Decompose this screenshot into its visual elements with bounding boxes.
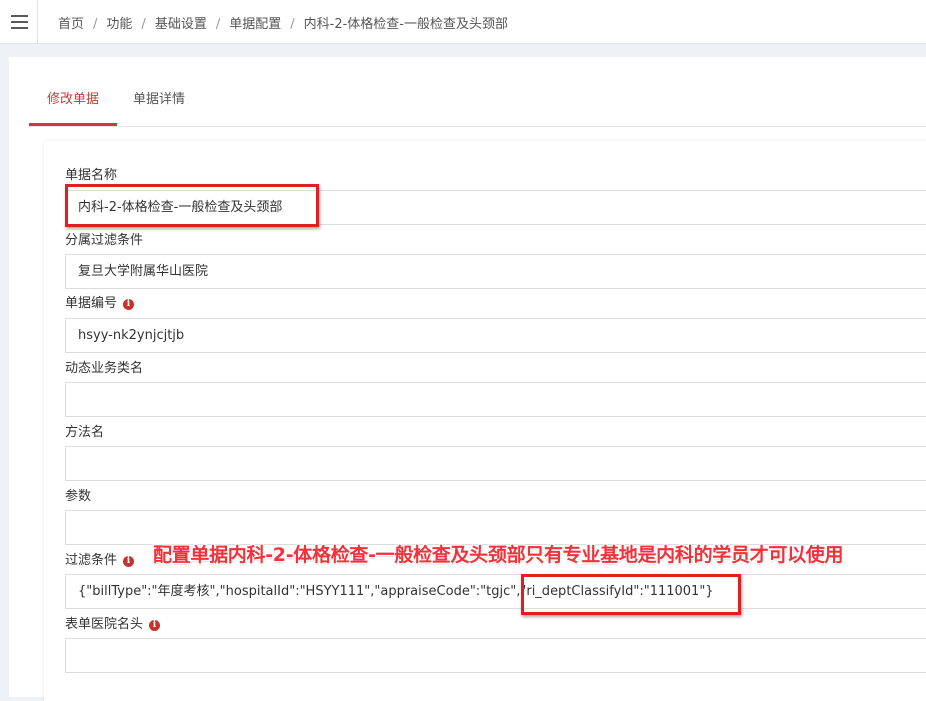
dynamic-class-input[interactable] [65, 382, 926, 417]
bill-code-input[interactable]: hsyy-nk2ynjcjtjb [65, 318, 926, 353]
breadcrumb-separator: / [93, 17, 98, 32]
breadcrumb-functions[interactable]: 功能 [106, 17, 132, 32]
bill-name-input[interactable]: 内科-2-体格检查-一般检查及头颈部 [65, 190, 926, 225]
method-name-input[interactable] [65, 446, 926, 481]
bill-code-label: 单据编号 [65, 296, 118, 311]
hospital-header-label-row: 表单医院名头 i [65, 613, 161, 632]
breadcrumb-separator: / [141, 17, 146, 32]
info-circle-icon[interactable]: i [149, 620, 161, 631]
info-circle-icon[interactable]: i [123, 556, 135, 567]
breadcrumb-separator: / [290, 17, 295, 32]
breadcrumb-home[interactable]: 首页 [58, 17, 84, 32]
bill-edit-form: 单据名称 内科-2-体格检查-一般检查及头颈部 分属过滤条件 复旦大学附属华山医… [44, 141, 926, 701]
filter-affiliation-input[interactable]: 复旦大学附属华山医院 [65, 254, 926, 289]
tab-edit-bill[interactable]: 修改单据 [29, 85, 117, 126]
annotation-text: 配置单据内科-2-体格检查-一般检查及头颈部只有专业基地是内科的学员才可以使用 [153, 544, 844, 566]
hospital-header-label: 表单医院名头 [65, 617, 144, 632]
filter-condition-label: 过滤条件 [65, 553, 118, 568]
breadcrumb-separator: / [215, 17, 221, 32]
tab-bar: 修改单据 单据详情 [29, 85, 926, 127]
filter-condition-input[interactable]: {"billType":"年度考核","hospitalId":"HSYY111… [65, 574, 926, 609]
main-panel: 修改单据 单据详情 单据名称 内科-2-体格检查-一般检查及头颈部 分属过滤条件… [9, 57, 926, 701]
filter-affiliation-label: 分属过滤条件 [65, 233, 144, 248]
top-bar: 首页 / 功能 / 基础设置 / 单据配置 / 内科-2-体格检查-一般检查及头颈部 [0, 0, 926, 44]
dynamic-class-label: 动态业务类名 [65, 361, 144, 376]
tab-bill-details[interactable]: 单据详情 [125, 85, 193, 125]
bill-name-label: 单据名称 [65, 168, 118, 183]
breadcrumb-basic-settings[interactable]: 基础设置 [155, 17, 207, 32]
bill-code-label-row: 单据编号 i [65, 292, 135, 311]
hospital-header-input[interactable] [65, 638, 926, 673]
info-circle-icon[interactable]: i [123, 299, 135, 310]
method-name-label: 方法名 [65, 425, 105, 440]
breadcrumb-bill-config[interactable]: 单据配置 [229, 17, 281, 32]
hamburger-menu-icon[interactable] [0, 0, 38, 44]
filter-condition-label-row: 过滤条件 i [65, 549, 135, 568]
breadcrumb-current-page: 内科-2-体格检查-一般检查及头颈部 [303, 17, 508, 32]
breadcrumb: 首页 / 功能 / 基础设置 / 单据配置 / 内科-2-体格检查-一般检查及头颈部 [58, 13, 508, 32]
params-label: 参数 [65, 489, 92, 504]
